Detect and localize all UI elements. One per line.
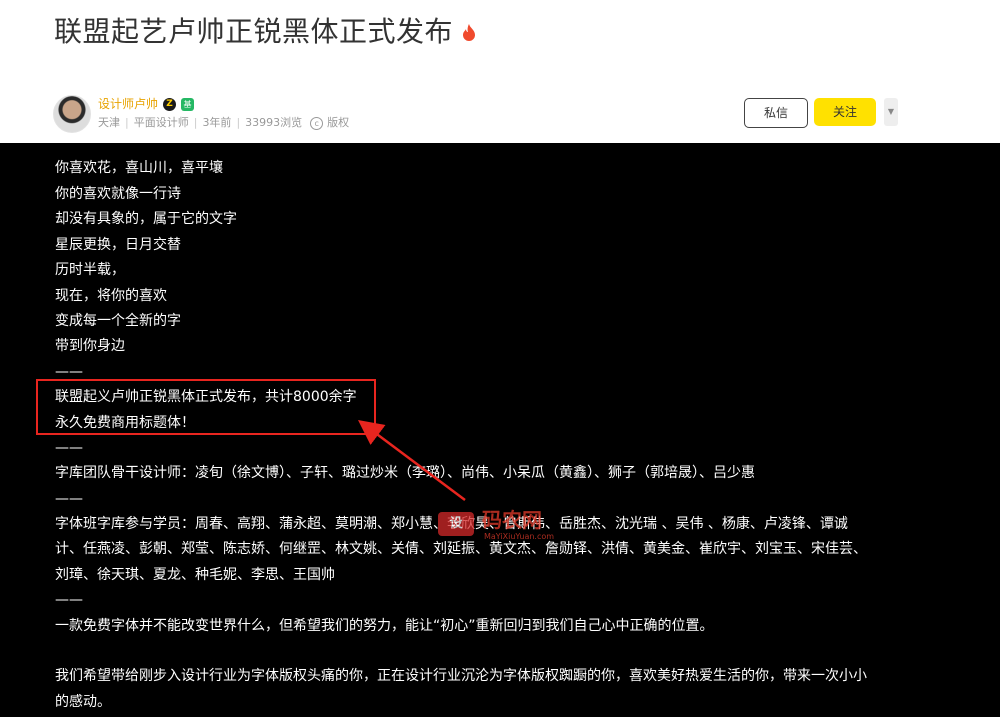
meta-separator: |: [125, 116, 129, 129]
watermark-url: MaYiXiuYuan.com: [484, 532, 555, 541]
fire-icon: [463, 24, 476, 41]
author-name[interactable]: 设计师卢帅: [98, 96, 158, 112]
tag-badge-icon: 基: [181, 97, 195, 111]
meta-separator: |: [236, 116, 241, 129]
page-title: 联盟起艺卢帅正锐黑体正式发布: [54, 12, 477, 52]
title-text: 联盟起艺卢帅正锐黑体正式发布: [54, 15, 454, 48]
article-header: 联盟起艺卢帅正锐黑体正式发布 设计师卢帅 Z 基 天津 | 平面设计师 | 3年…: [0, 0, 1000, 143]
watermark-name: 码农网: [482, 508, 542, 532]
meta-copyright[interactable]: 版权: [327, 116, 349, 130]
author-line: 设计师卢帅 Z 基: [98, 96, 195, 112]
meta-field: 平面设计师: [133, 116, 189, 129]
annotation-arrow-icon: [357, 420, 466, 502]
meta-views: 33993浏览: [245, 116, 303, 129]
meta-location: 天津: [98, 116, 120, 129]
watermark-logo-icon: 设: [438, 512, 474, 536]
author-meta: 天津 | 平面设计师 | 3年前 | 33993浏览 c 版权: [98, 116, 349, 130]
message-button[interactable]: 私信: [744, 98, 808, 128]
follow-button[interactable]: 关注: [814, 98, 876, 126]
copyright-icon: c: [310, 116, 324, 130]
author-avatar[interactable]: [53, 95, 91, 133]
meta-time: 3年前: [202, 116, 232, 129]
meta-separator: |: [193, 116, 198, 129]
site-watermark: 设 码农网 MaYiXiuYuan.com: [438, 508, 616, 542]
more-dropdown-button[interactable]: ▼: [884, 98, 898, 126]
article-content: 你喜欢花，喜山川，喜平壤 你的喜欢就像一行诗 却没有具象的，属于它的文字 星辰更…: [0, 143, 1000, 717]
z-badge-icon: Z: [163, 97, 177, 111]
